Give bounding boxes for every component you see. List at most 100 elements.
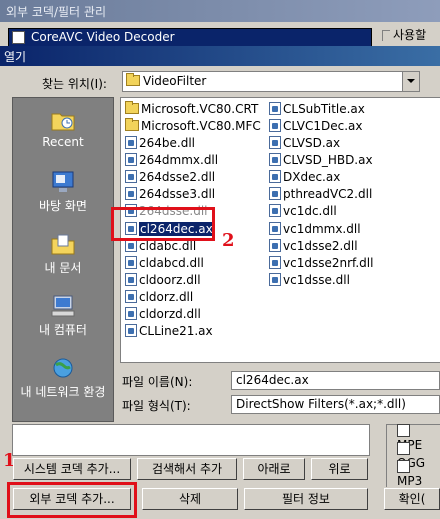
- file-icon: [125, 153, 137, 166]
- list-item[interactable]: CLLine21.ax: [125, 324, 213, 340]
- place-recent[interactable]: Recent: [13, 108, 113, 149]
- add-system-codec-button[interactable]: 시스템 코덱 추가...: [13, 458, 131, 480]
- groupbox-corner: [382, 30, 390, 41]
- list-item[interactable]: Microsoft.VC80.MFC: [125, 118, 261, 135]
- file-name: 264dmmx.dll: [139, 153, 219, 167]
- move-down-button[interactable]: 아래로: [243, 458, 305, 480]
- list-item[interactable]: 264be.dll: [125, 136, 195, 152]
- list-item[interactable]: cldorzd.dll: [125, 307, 201, 323]
- file-name: vc1dsse2.dll: [283, 239, 358, 253]
- file-name: cldorzd.dll: [139, 307, 201, 321]
- filename-input[interactable]: cl264dec.ax: [231, 371, 440, 390]
- file-icon: [125, 170, 137, 183]
- file-icon: [269, 153, 281, 166]
- look-in-value: VideoFilter: [143, 74, 207, 88]
- file-icon: [269, 239, 281, 252]
- file-icon: [269, 256, 281, 269]
- place-label: Recent: [42, 135, 84, 149]
- place-label: 내 컴퓨터: [39, 323, 87, 337]
- ok-button[interactable]: 확인(: [384, 488, 440, 510]
- list-item[interactable]: cldabcd.dll: [125, 256, 204, 272]
- file-icon: [125, 256, 137, 269]
- delete-button[interactable]: 삭제: [142, 488, 238, 510]
- place-my-documents[interactable]: 내 문서: [13, 232, 113, 276]
- place-label: 바탕 화면: [39, 199, 87, 213]
- list-item[interactable]: Microsoft.VC80.CRT: [125, 101, 259, 118]
- places-bar: Recent 바탕 화면 내 문서 내 컴퓨터 내 네트워크 환경: [12, 97, 114, 422]
- folder-icon: [126, 73, 140, 86]
- codec-list-bottom[interactable]: [12, 424, 370, 456]
- list-item[interactable]: cldorz.dll: [125, 290, 193, 306]
- file-icon: [269, 222, 281, 235]
- folder-icon: [125, 101, 139, 114]
- place-label: 내 문서: [44, 261, 82, 275]
- file-name: CLVC1Dec.ax: [283, 119, 363, 133]
- list-item[interactable]: CLSubTitle.ax: [269, 102, 365, 118]
- annotation-highlight-box-2: [111, 207, 215, 241]
- open-dialog-titlebar: 열기: [0, 46, 440, 66]
- file-name: cldabc.dll: [139, 239, 197, 253]
- dropdown-arrow-button[interactable]: [402, 72, 419, 91]
- look-in-combo[interactable]: VideoFilter: [122, 71, 420, 92]
- file-name: Microsoft.VC80.CRT: [141, 102, 259, 116]
- file-name: CLSubTitle.ax: [283, 102, 365, 116]
- checkbox[interactable]: [397, 460, 410, 473]
- list-item[interactable]: vc1dsse2nrf.dll: [269, 256, 373, 272]
- file-name: vc1dmmx.dll: [283, 222, 361, 236]
- list-item[interactable]: cldabc.dll: [125, 239, 196, 255]
- chevron-down-icon: [407, 79, 415, 83]
- file-icon: [125, 273, 137, 286]
- list-item[interactable]: 264dsse2.dll: [125, 170, 215, 186]
- list-item[interactable]: 264dmmx.dll: [125, 153, 218, 169]
- checkbox[interactable]: [397, 442, 410, 455]
- codec-name: CoreAVC Video Decoder: [31, 30, 175, 44]
- file-name: vc1dsse.dll: [283, 273, 350, 287]
- list-item[interactable]: pthreadVC2.dll: [269, 187, 372, 203]
- list-item[interactable]: vc1dsse2.dll: [269, 239, 358, 255]
- file-icon: [125, 136, 137, 149]
- codec-enabled-checkbox[interactable]: [12, 31, 25, 44]
- place-my-computer[interactable]: 내 컴퓨터: [13, 294, 113, 338]
- filetype-select[interactable]: DirectShow Filters(*.ax;*.dll): [231, 395, 440, 414]
- look-in-label: 찾는 위치(I):: [42, 77, 107, 91]
- move-up-button[interactable]: 위로: [311, 458, 368, 480]
- file-name: 264dsse2.dll: [139, 170, 216, 184]
- place-network[interactable]: 내 네트워크 환경: [13, 356, 113, 400]
- filetype-label: 파일 형식(T):: [122, 399, 191, 413]
- folder-icon: [125, 118, 139, 131]
- list-item[interactable]: cldoorz.dll: [125, 273, 201, 289]
- list-item[interactable]: CLVSD.ax: [269, 136, 340, 152]
- annotation-number-2: 2: [222, 230, 235, 251]
- file-icon: [269, 136, 281, 149]
- file-icon: [269, 102, 281, 115]
- file-icon: [269, 187, 281, 200]
- list-item[interactable]: CLVC1Dec.ax: [269, 119, 362, 135]
- filename-label: 파일 이름(N):: [122, 375, 193, 389]
- file-icon: [269, 204, 281, 217]
- checkbox[interactable]: [397, 424, 410, 437]
- window-titlebar: 외부 코덱/필터 관리: [0, 0, 440, 22]
- place-desktop[interactable]: 바탕 화면: [13, 170, 113, 214]
- list-item[interactable]: 264dsse3.dll: [125, 187, 215, 203]
- search-add-button[interactable]: 검색해서 추가: [137, 458, 237, 480]
- file-name: 264dsse3.dll: [139, 187, 216, 201]
- filter-info-button[interactable]: 필터 정보: [244, 488, 368, 510]
- file-name: Microsoft.VC80.MFC: [141, 119, 261, 133]
- file-name: vc1dsse2nrf.dll: [283, 256, 374, 270]
- list-item[interactable]: vc1dc.dll: [269, 204, 337, 220]
- list-item[interactable]: vc1dmmx.dll: [269, 222, 361, 238]
- desktop-icon: [52, 171, 74, 192]
- open-dialog-title: 열기: [4, 50, 27, 64]
- list-item[interactable]: DXdec.ax: [269, 170, 340, 186]
- recent-folder-icon: [51, 113, 75, 131]
- file-name: cldoorz.dll: [139, 273, 201, 287]
- window-title: 외부 코덱/필터 관리: [6, 5, 106, 19]
- file-icon: [125, 324, 137, 337]
- network-icon: [53, 358, 73, 378]
- checkbox-label: MP3: [397, 474, 423, 488]
- list-item[interactable]: vc1dsse.dll: [269, 273, 350, 289]
- codec-list-selected-row[interactable]: CoreAVC Video Decoder: [8, 28, 372, 47]
- checkbox-mp3[interactable]: MP3: [397, 460, 440, 488]
- list-item[interactable]: CLVSD_HBD.ax: [269, 153, 373, 169]
- annotation-highlight-box-1: [7, 482, 137, 518]
